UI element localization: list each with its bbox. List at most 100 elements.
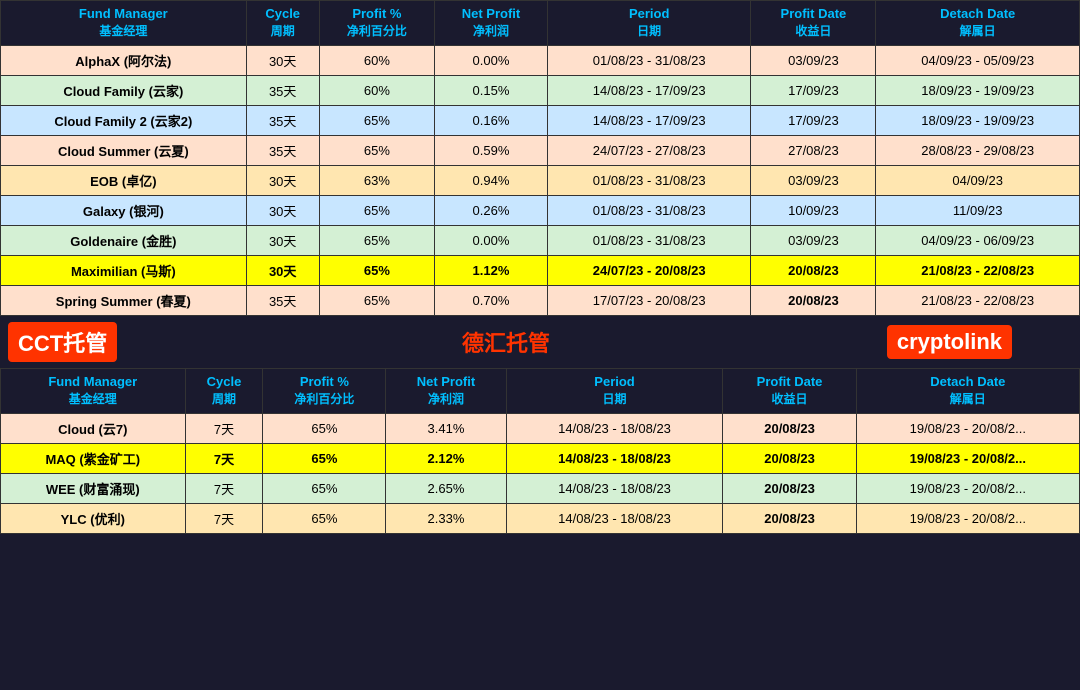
table1-cell: 20/08/23 bbox=[751, 285, 876, 315]
table2: Fund Manager基金经理 Cycle周期 Profit %净利百分比 N… bbox=[0, 368, 1080, 534]
table1-cell: 35天 bbox=[246, 105, 319, 135]
table1-cell: EOB (卓亿) bbox=[1, 165, 247, 195]
table2-row: WEE (财富涌现)7天65%2.65%14/08/23 - 18/08/232… bbox=[1, 473, 1080, 503]
col2-net-profit: Net Profit净利润 bbox=[386, 368, 506, 413]
table2-cell: 7天 bbox=[185, 413, 263, 443]
table1-cell: 0.26% bbox=[435, 195, 548, 225]
table1-cell: Spring Summer (春夏) bbox=[1, 285, 247, 315]
table1-cell: 0.59% bbox=[435, 135, 548, 165]
table1-row: Cloud Family 2 (云家2)35天65%0.16%14/08/23 … bbox=[1, 105, 1080, 135]
col-cycle: Cycle周期 bbox=[246, 1, 319, 46]
table1-cell: Cloud Family 2 (云家2) bbox=[1, 105, 247, 135]
table1-cell: Galaxy (银河) bbox=[1, 195, 247, 225]
table1-header: Fund Manager基金经理 Cycle周期 Profit %净利百分比 N… bbox=[1, 1, 1080, 46]
table1-cell: 21/08/23 - 22/08/23 bbox=[876, 255, 1080, 285]
table1-cell: 03/09/23 bbox=[751, 225, 876, 255]
table1-cell: 21/08/23 - 22/08/23 bbox=[876, 285, 1080, 315]
table1-cell: 0.94% bbox=[435, 165, 548, 195]
table1-cell: 0.15% bbox=[435, 75, 548, 105]
table1-cell: 10/09/23 bbox=[751, 195, 876, 225]
table1-cell: 01/08/23 - 31/08/23 bbox=[547, 165, 751, 195]
col-profit-pct: Profit %净利百分比 bbox=[319, 1, 434, 46]
table2-row: YLC (优利)7天65%2.33%14/08/23 - 18/08/2320/… bbox=[1, 503, 1080, 533]
table1-cell: 28/08/23 - 29/08/23 bbox=[876, 135, 1080, 165]
col-fund-manager: Fund Manager基金经理 bbox=[1, 1, 247, 46]
table2-cell: 19/08/23 - 20/08/2... bbox=[856, 443, 1079, 473]
col2-period: Period日期 bbox=[506, 368, 723, 413]
table1-cell: 60% bbox=[319, 75, 434, 105]
table2-cell: 14/08/23 - 18/08/23 bbox=[506, 413, 723, 443]
table1-cell: 65% bbox=[319, 285, 434, 315]
col-period: Period日期 bbox=[547, 1, 751, 46]
table1-row: Galaxy (银河)30天65%0.26%01/08/23 - 31/08/2… bbox=[1, 195, 1080, 225]
col2-profit-date: Profit Date收益日 bbox=[723, 368, 856, 413]
table2-header: Fund Manager基金经理 Cycle周期 Profit %净利百分比 N… bbox=[1, 368, 1080, 413]
table1-cell: 65% bbox=[319, 225, 434, 255]
table1: Fund Manager基金经理 Cycle周期 Profit %净利百分比 N… bbox=[0, 0, 1080, 316]
table1-cell: Maximilian (马斯) bbox=[1, 255, 247, 285]
table1-cell: Cloud Summer (云夏) bbox=[1, 135, 247, 165]
table1-cell: AlphaX (阿尔法) bbox=[1, 45, 247, 75]
col2-fund-manager: Fund Manager基金经理 bbox=[1, 368, 186, 413]
table1-cell: 0.16% bbox=[435, 105, 548, 135]
table2-cell: 2.33% bbox=[386, 503, 506, 533]
table1-cell: 30天 bbox=[246, 195, 319, 225]
table2-cell: 14/08/23 - 18/08/23 bbox=[506, 473, 723, 503]
col2-detach-date: Detach Date解属日 bbox=[856, 368, 1079, 413]
table2-cell: 65% bbox=[263, 443, 386, 473]
table1-cell: 30天 bbox=[246, 225, 319, 255]
table1-cell: 65% bbox=[319, 255, 434, 285]
table2-cell: 65% bbox=[263, 503, 386, 533]
dehui-label: 德汇托管 bbox=[125, 326, 887, 358]
table1-row: Maximilian (马斯)30天65%1.12%24/07/23 - 20/… bbox=[1, 255, 1080, 285]
table1-cell: 20/08/23 bbox=[751, 255, 876, 285]
table1-row: Goldenaire (金胜)30天65%0.00%01/08/23 - 31/… bbox=[1, 225, 1080, 255]
table1-cell: 14/08/23 - 17/09/23 bbox=[547, 75, 751, 105]
table1-cell: 18/09/23 - 19/09/23 bbox=[876, 105, 1080, 135]
table2-cell: 19/08/23 - 20/08/2... bbox=[856, 413, 1079, 443]
table1-cell: 24/07/23 - 20/08/23 bbox=[547, 255, 751, 285]
table1-wrapper: Fund Manager基金经理 Cycle周期 Profit %净利百分比 N… bbox=[0, 0, 1080, 316]
col-net-profit: Net Profit净利润 bbox=[435, 1, 548, 46]
table1-cell: 35天 bbox=[246, 135, 319, 165]
col-detach-date: Detach Date解属日 bbox=[876, 1, 1080, 46]
table2-cell: 2.65% bbox=[386, 473, 506, 503]
table1-cell: Goldenaire (金胜) bbox=[1, 225, 247, 255]
table1-cell: 04/09/23 - 05/09/23 bbox=[876, 45, 1080, 75]
table2-cell: 65% bbox=[263, 413, 386, 443]
table1-cell: 30天 bbox=[246, 165, 319, 195]
table1-cell: 27/08/23 bbox=[751, 135, 876, 165]
table2-wrapper: Fund Manager基金经理 Cycle周期 Profit %净利百分比 N… bbox=[0, 368, 1080, 534]
table1-cell: 0.00% bbox=[435, 45, 548, 75]
table1-cell: 11/09/23 bbox=[876, 195, 1080, 225]
table1-cell: 0.70% bbox=[435, 285, 548, 315]
table2-cell: 20/08/23 bbox=[723, 413, 856, 443]
cct-label: CCT托管 bbox=[8, 322, 117, 362]
table1-cell: 65% bbox=[319, 135, 434, 165]
table1-cell: 04/09/23 - 06/09/23 bbox=[876, 225, 1080, 255]
table2-cell: 19/08/23 - 20/08/2... bbox=[856, 473, 1079, 503]
table2-cell: 7天 bbox=[185, 473, 263, 503]
table1-row: Cloud Family (云家)35天60%0.15%14/08/23 - 1… bbox=[1, 75, 1080, 105]
table1-cell: 17/09/23 bbox=[751, 75, 876, 105]
table2-cell: 2.12% bbox=[386, 443, 506, 473]
col-profit-date: Profit Date收益日 bbox=[751, 1, 876, 46]
table2-cell: YLC (优利) bbox=[1, 503, 186, 533]
table1-cell: 14/08/23 - 17/09/23 bbox=[547, 105, 751, 135]
col2-cycle: Cycle周期 bbox=[185, 368, 263, 413]
table1-cell: 01/08/23 - 31/08/23 bbox=[547, 45, 751, 75]
table1-cell: 18/09/23 - 19/09/23 bbox=[876, 75, 1080, 105]
main-container: Fund Manager基金经理 Cycle周期 Profit %净利百分比 N… bbox=[0, 0, 1080, 534]
cryptolink-label: cryptolink bbox=[887, 325, 1012, 359]
table2-cell: 20/08/23 bbox=[723, 473, 856, 503]
table2-cell: 7天 bbox=[185, 503, 263, 533]
table2-cell: 14/08/23 - 18/08/23 bbox=[506, 503, 723, 533]
table2-row: MAQ (紫金矿工)7天65%2.12%14/08/23 - 18/08/232… bbox=[1, 443, 1080, 473]
table1-row: AlphaX (阿尔法)30天60%0.00%01/08/23 - 31/08/… bbox=[1, 45, 1080, 75]
table1-row: Cloud Summer (云夏)35天65%0.59%24/07/23 - 2… bbox=[1, 135, 1080, 165]
table2-cell: 65% bbox=[263, 473, 386, 503]
table1-cell: 35天 bbox=[246, 75, 319, 105]
table1-cell: 0.00% bbox=[435, 225, 548, 255]
table2-cell: WEE (财富涌现) bbox=[1, 473, 186, 503]
table2-cell: 14/08/23 - 18/08/23 bbox=[506, 443, 723, 473]
